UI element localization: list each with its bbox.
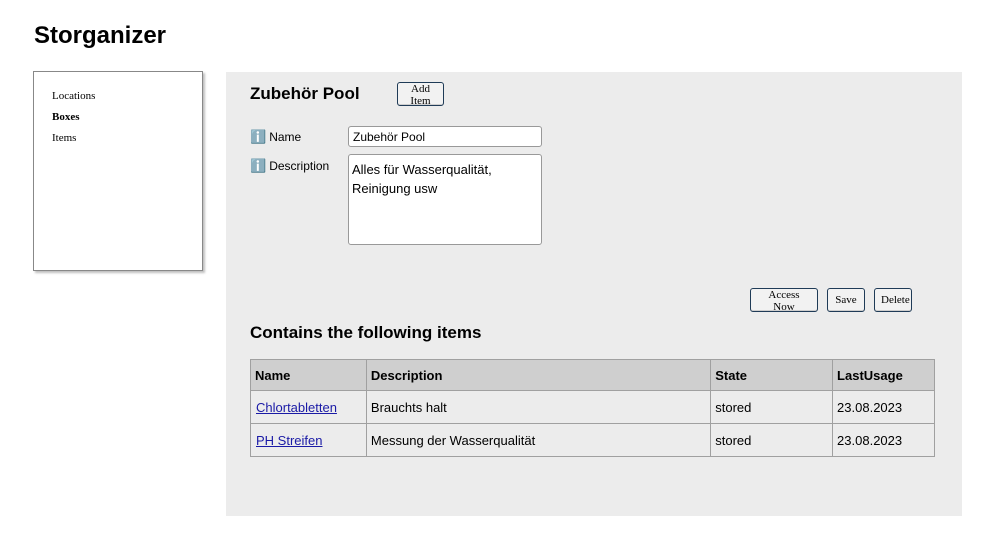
item-description-cell: Brauchts halt — [365, 390, 712, 424]
delete-button[interactable]: Delete — [874, 288, 912, 312]
info-icon: ℹ️ — [250, 129, 267, 144]
column-header-state: State — [710, 359, 834, 391]
name-label-text: Name — [269, 130, 302, 144]
item-link[interactable]: PH Streifen — [256, 433, 322, 448]
save-button[interactable]: Save — [827, 288, 865, 312]
sidebar-item-locations[interactable]: Locations — [52, 90, 95, 102]
access-now-button[interactable]: Access Now — [750, 288, 818, 313]
item-link[interactable]: Chlortabletten — [256, 400, 337, 415]
table-header-row: Name Description State LastUsage — [250, 359, 935, 391]
box-detail-panel: Zubehör Pool Add Item ℹ️Name ℹ️Descripti… — [226, 72, 962, 516]
column-header-description: Description — [365, 359, 712, 391]
item-name-cell: Chlortabletten — [250, 390, 367, 424]
table-row: PH Streifen Messung der Wasserqualität s… — [250, 423, 935, 457]
box-title: Zubehör Pool — [250, 84, 360, 103]
sidebar: Locations Boxes Items — [33, 71, 203, 271]
name-input[interactable] — [348, 126, 542, 147]
items-section-heading: Contains the following items — [250, 323, 482, 342]
column-header-last-usage: LastUsage — [832, 359, 935, 391]
description-label: ℹ️ Description — [250, 158, 329, 174]
sidebar-item-boxes[interactable]: Boxes — [52, 111, 80, 123]
item-state-cell: stored — [710, 390, 834, 424]
description-textarea[interactable]: Alles für Wasserqualität, Reinigung usw — [348, 154, 542, 245]
item-name-cell: PH Streifen — [250, 423, 367, 457]
items-table: Name Description State LastUsage Chlorta… — [250, 359, 935, 457]
sidebar-item-items[interactable]: Items — [52, 132, 76, 144]
item-description-cell: Messung der Wasserqualität — [365, 423, 712, 457]
column-header-name: Name — [250, 359, 367, 391]
app-title: Storganizer — [34, 22, 167, 49]
add-item-button[interactable]: Add Item — [397, 82, 444, 107]
description-label-text: Description — [269, 159, 330, 173]
table-row: Chlortabletten Brauchts halt stored 23.0… — [250, 390, 935, 424]
info-icon: ℹ️ — [250, 158, 267, 173]
item-state-cell: stored — [710, 423, 834, 457]
name-label: ℹ️ Name — [250, 129, 301, 145]
item-last-usage-cell: 23.08.2023 — [832, 423, 935, 457]
item-last-usage-cell: 23.08.2023 — [832, 390, 935, 424]
